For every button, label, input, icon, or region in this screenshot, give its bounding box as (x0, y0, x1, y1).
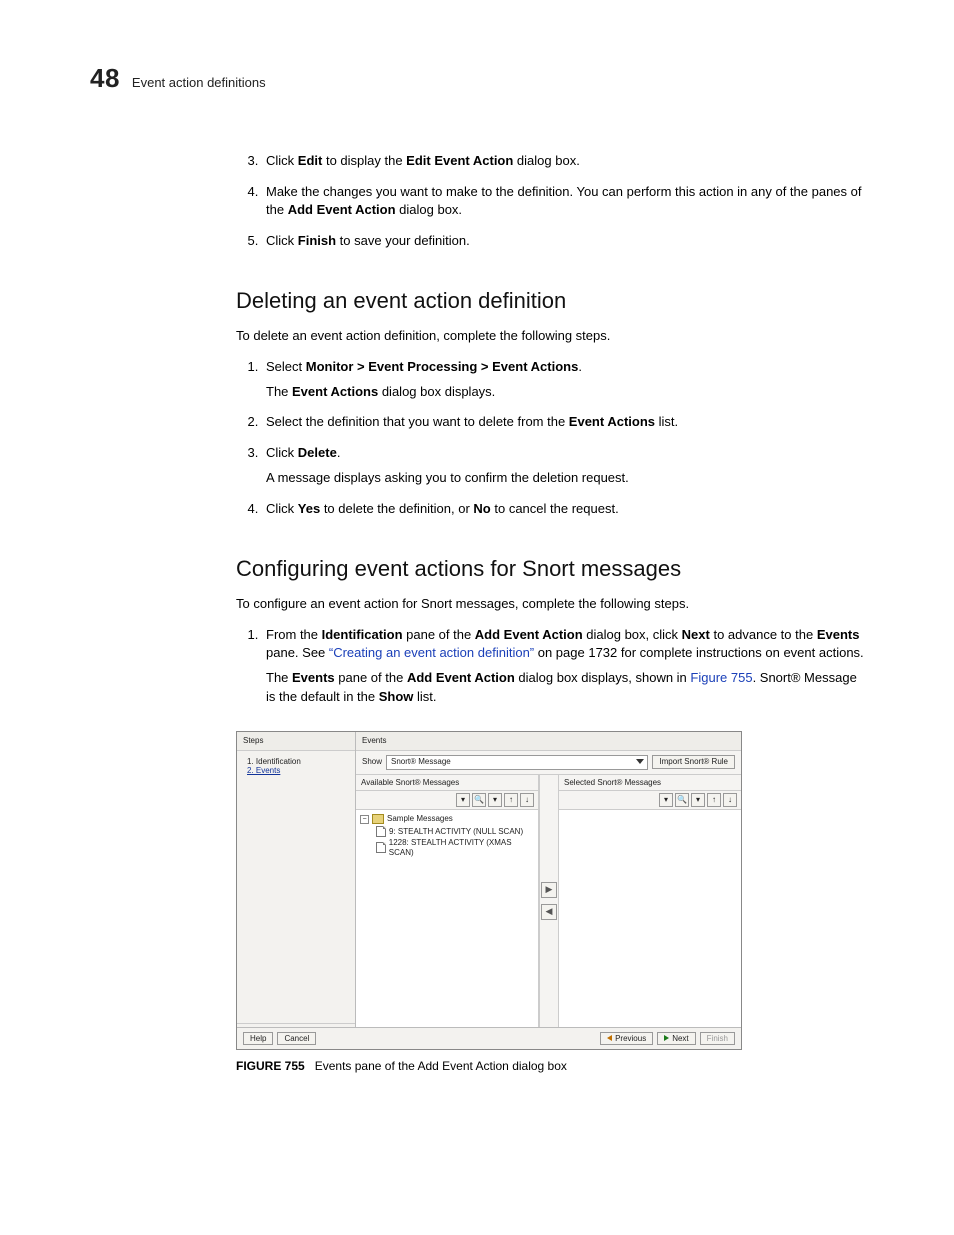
selected-title: Selected Snort® Messages (559, 775, 741, 792)
document-icon (376, 842, 386, 853)
figure-caption: FIGURE 755 Events pane of the Add Event … (236, 1058, 864, 1075)
step-item: Select the definition that you want to d… (262, 413, 864, 432)
figure-text: Events pane of the Add Event Action dial… (315, 1059, 567, 1073)
move-left-button[interactable]: ◀ (541, 904, 557, 920)
previous-button[interactable]: Previous (600, 1032, 653, 1046)
show-select[interactable]: Snort® Message (386, 755, 648, 770)
step-item: Make the changes you want to make to the… (262, 183, 864, 221)
available-title: Available Snort® Messages (356, 775, 538, 792)
events-label: Events (356, 732, 741, 751)
step-item: Click Finish to save your definition. (262, 232, 864, 251)
selected-panel: Selected Snort® Messages ▾ 🔍 ▾ ↑ ↓ (559, 775, 741, 1027)
wizard-step-events[interactable]: 2. Events (247, 766, 349, 776)
selected-toolbar: ▾ 🔍 ▾ ↑ ↓ (559, 791, 741, 810)
finish-button: Finish (700, 1032, 735, 1046)
step-sub: A message displays asking you to confirm… (266, 469, 864, 488)
search-icon[interactable]: 🔍 (675, 793, 689, 807)
available-panel: Available Snort® Messages ▾ 🔍 ▾ ↑ ↓ − (356, 775, 539, 1027)
tree-item[interactable]: 1228: STEALTH ACTIVITY (XMAS SCAN) (389, 838, 534, 857)
step-item: Select Monitor > Event Processing > Even… (262, 358, 864, 402)
steps-deleting: Select Monitor > Event Processing > Even… (236, 358, 864, 519)
tree-item[interactable]: 9: STEALTH ACTIVITY (NULL SCAN) (389, 827, 523, 837)
step-sub: The Event Actions dialog box displays. (266, 383, 864, 402)
step-item: From the Identification pane of the Add … (262, 626, 864, 707)
mover-column: ▶ ◀ (539, 775, 559, 1027)
chapter-number: 48 (90, 60, 120, 98)
wizard-step-identification[interactable]: 1. Identification (247, 757, 349, 767)
page-header: 48 Event action definitions (90, 60, 864, 98)
dropdown2-icon[interactable]: ▾ (691, 793, 705, 807)
steps-label: Steps (237, 732, 355, 751)
document-icon (376, 826, 386, 837)
collapse-icon[interactable]: − (360, 815, 369, 824)
cancel-button[interactable]: Cancel (277, 1032, 316, 1046)
steps-snort: From the Identification pane of the Add … (236, 626, 864, 707)
add-event-action-dialog: Steps 1. Identification 2. Events Events… (236, 731, 742, 1050)
next-button[interactable]: Next (657, 1032, 695, 1046)
arrow-up-icon[interactable]: ↑ (504, 793, 518, 807)
steps-edit: Click Edit to display the Edit Event Act… (236, 152, 864, 251)
figure-label: FIGURE 755 (236, 1059, 305, 1073)
available-toolbar: ▾ 🔍 ▾ ↑ ↓ (356, 791, 538, 810)
available-tree[interactable]: − Sample Messages 9: STEALTH ACTIVITY (N… (356, 810, 538, 1026)
search-icon[interactable]: 🔍 (472, 793, 486, 807)
arrow-up-icon[interactable]: ↑ (707, 793, 721, 807)
selected-tree[interactable] (559, 810, 741, 1026)
move-right-button[interactable]: ▶ (541, 882, 557, 898)
arrow-down-icon[interactable]: ↓ (520, 793, 534, 807)
step-sub: The Events pane of the Add Event Action … (266, 669, 864, 707)
step-item: Click Yes to delete the definition, or N… (262, 500, 864, 519)
folder-icon (372, 814, 384, 824)
chapter-title: Event action definitions (132, 74, 266, 93)
step-item: Click Edit to display the Edit Event Act… (262, 152, 864, 171)
dropdown-icon[interactable]: ▾ (456, 793, 470, 807)
dropdown-icon[interactable]: ▾ (659, 793, 673, 807)
show-label: Show (362, 757, 382, 767)
section-deleting-heading: Deleting an event action definition (236, 285, 864, 317)
step-item: Click Delete.A message displays asking y… (262, 444, 864, 488)
section-deleting-intro: To delete an event action definition, co… (236, 327, 864, 346)
arrow-down-icon[interactable]: ↓ (723, 793, 737, 807)
section-snort-heading: Configuring event actions for Snort mess… (236, 553, 864, 585)
tree-root-label: Sample Messages (387, 814, 453, 824)
import-snort-rule-button[interactable]: Import Snort® Rule (652, 755, 735, 769)
help-button[interactable]: Help (243, 1032, 273, 1046)
section-snort-intro: To configure an event action for Snort m… (236, 595, 864, 614)
dropdown2-icon[interactable]: ▾ (488, 793, 502, 807)
